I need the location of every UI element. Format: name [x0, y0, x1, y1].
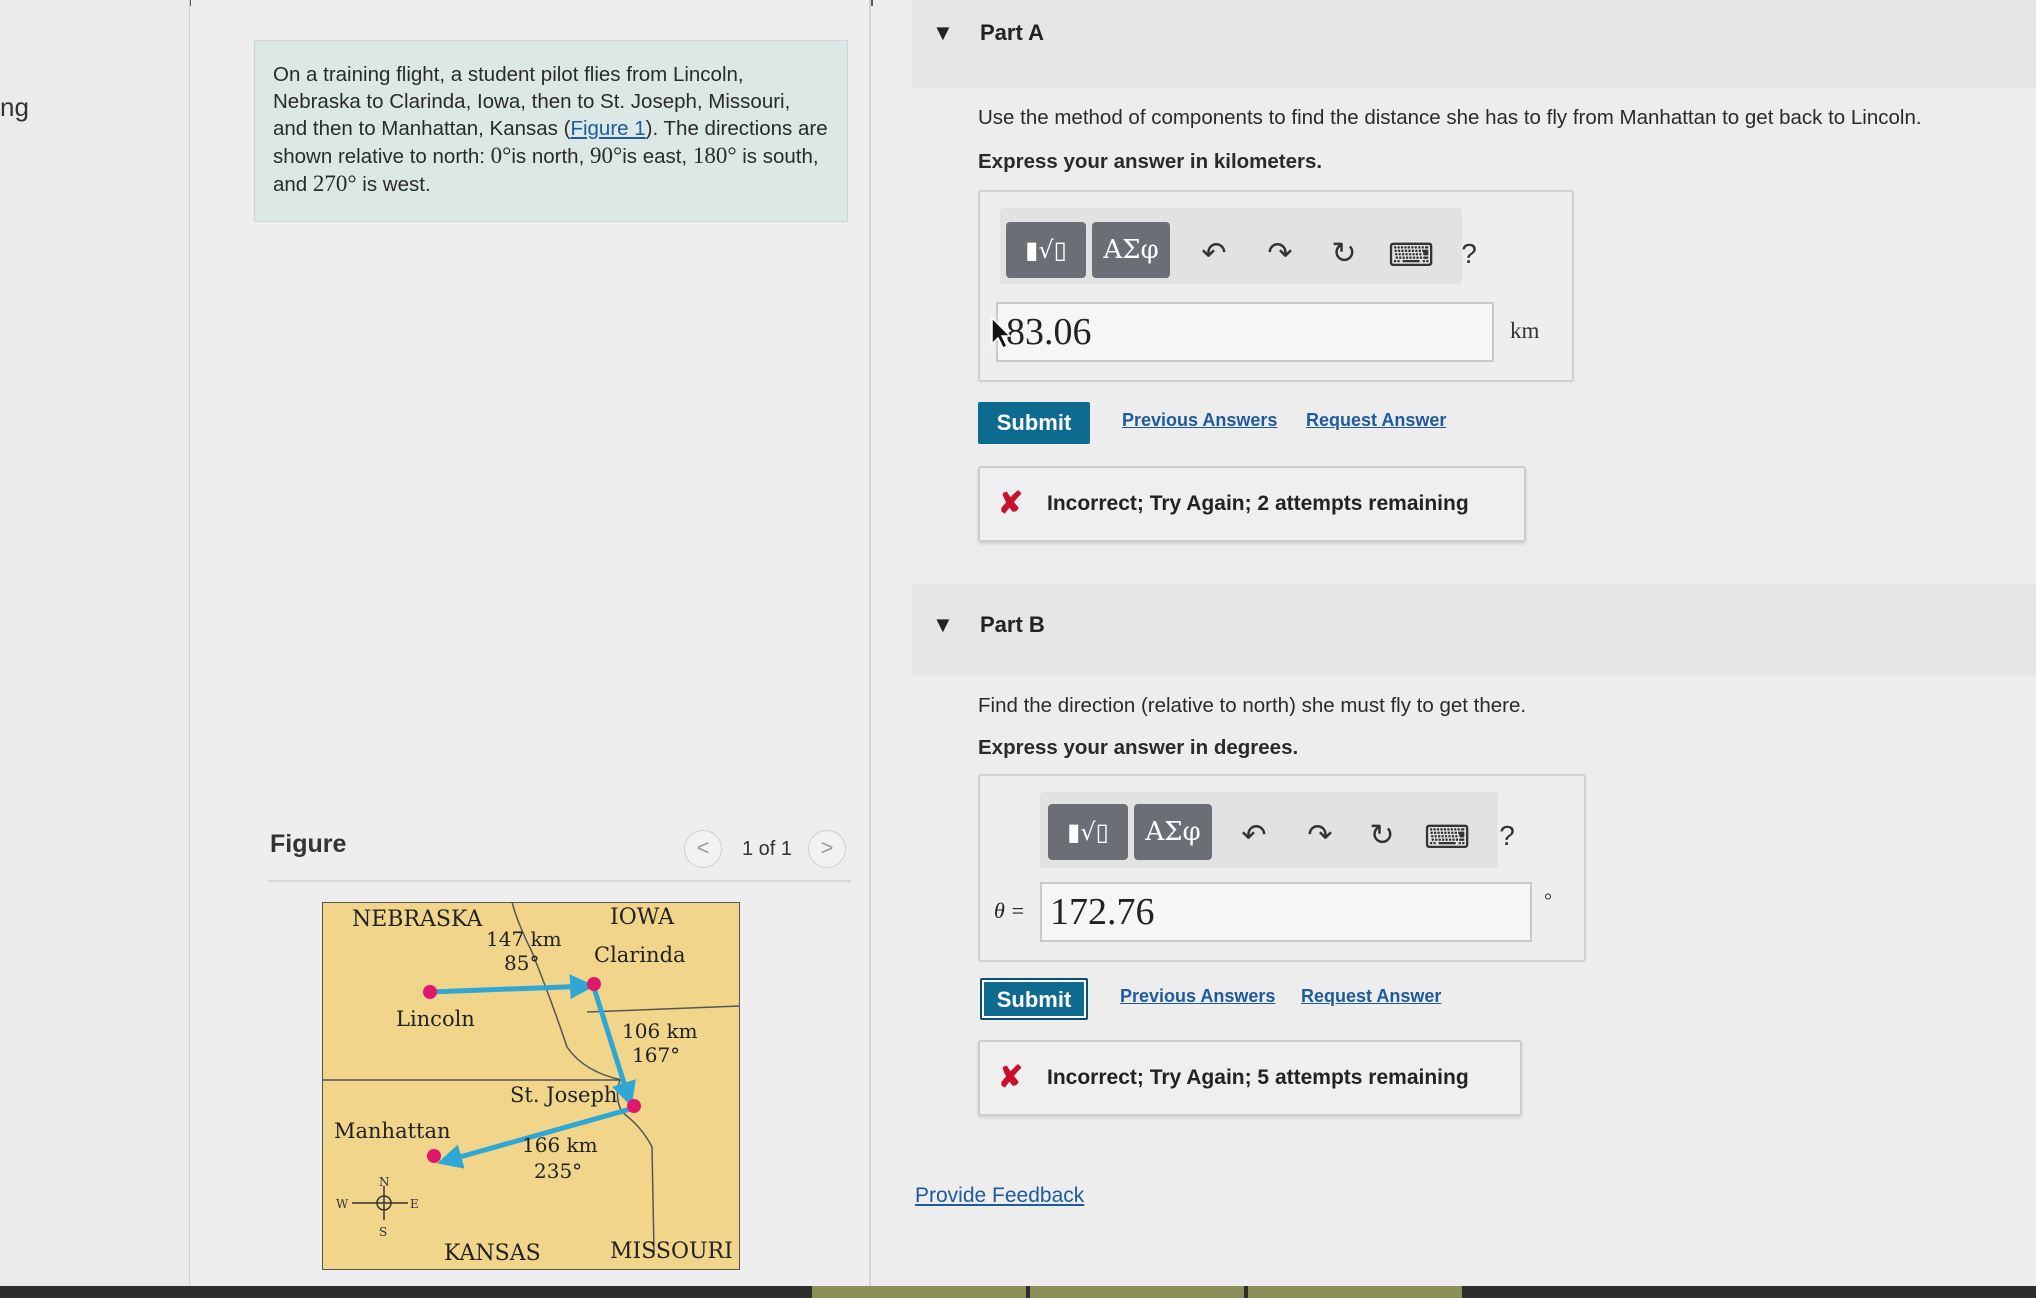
part-a-instruction: Express your answer in kilometers.	[978, 150, 1323, 173]
part-a-title: Part A	[980, 20, 1044, 45]
bottom-tab	[1030, 1286, 1244, 1298]
problem-statement: On a training flight, a student pilot fl…	[254, 40, 848, 222]
part-a-previous-answers-link[interactable]: Previous Answers	[1122, 410, 1277, 431]
part-a-redo-icon[interactable]: ↷	[1262, 236, 1298, 271]
theta-label: θ =	[994, 898, 1026, 923]
city-dot-manhattan	[427, 1149, 441, 1163]
leg-2-distance: 106 km	[622, 1019, 698, 1043]
incorrect-x-icon: ✘	[998, 487, 1024, 520]
part-b-previous-answers-link[interactable]: Previous Answers	[1120, 986, 1275, 1007]
leg-3-distance: 166 km	[522, 1133, 598, 1157]
city-dot-clarinda	[587, 977, 601, 991]
part-b-request-answer-link[interactable]: Request Answer	[1301, 986, 1441, 1007]
city-dot-lincoln	[423, 985, 437, 999]
compass-n: N	[379, 1175, 390, 1189]
compass-e: E	[410, 1197, 419, 1211]
leg-2-angle: 167°	[632, 1043, 680, 1067]
part-a-undo-icon[interactable]: ↶	[1196, 236, 1232, 271]
problem-text: is west.	[356, 173, 431, 196]
part-a-answer-input[interactable]: 83.06	[996, 302, 1494, 362]
label-lincoln: Lincoln	[396, 1007, 475, 1031]
collapse-triangle-icon[interactable]: ▼	[932, 20, 954, 46]
degree-value: 90°	[589, 143, 623, 168]
part-b-undo-icon[interactable]: ↶	[1236, 818, 1272, 853]
part-b-answer-input[interactable]: 172.76	[1040, 882, 1532, 942]
label-st-joseph: St. Joseph	[510, 1083, 617, 1107]
part-a-question: Use the method of components to find the…	[978, 106, 1922, 129]
part-a-reset-icon[interactable]: ↻	[1326, 236, 1362, 271]
label-missouri: MISSOURI	[610, 1239, 733, 1264]
part-b-feedback-text: Incorrect; Try Again; 5 attempts remaini…	[1047, 1066, 1469, 1089]
part-b-help-icon[interactable]: ?	[1492, 820, 1522, 852]
route-map: NEBRASKA IOWA KANSAS MISSOURI Lincoln Cl…	[322, 902, 740, 1270]
problem-text: is north,	[511, 145, 590, 168]
part-a-submit-button[interactable]: Submit	[978, 402, 1090, 444]
city-dot-st-joseph	[627, 1099, 641, 1113]
part-a-keyboard-icon[interactable]: ⌨	[1388, 236, 1434, 274]
part-b-reset-icon[interactable]: ↻	[1364, 818, 1400, 853]
bottom-tab	[812, 1286, 1026, 1298]
provide-feedback-link[interactable]: Provide Feedback	[915, 1184, 1084, 1208]
figure-link[interactable]: Figure 1	[570, 117, 645, 140]
part-b-symbols-button[interactable]: ΑΣφ	[1134, 804, 1212, 860]
part-b-title: Part B	[980, 612, 1045, 637]
figure-page-count: 1 of 1	[742, 838, 793, 860]
part-b-instruction: Express your answer in degrees.	[978, 736, 1299, 759]
part-b-templates-button[interactable]: ▮√▯	[1048, 804, 1128, 860]
compass-s: S	[379, 1225, 387, 1239]
part-b-unit: °	[1544, 890, 1552, 912]
bottom-tab	[1248, 1286, 1462, 1298]
part-b-redo-icon[interactable]: ↷	[1302, 818, 1338, 853]
part-a-symbols-button[interactable]: ΑΣφ	[1092, 222, 1170, 278]
incorrect-x-icon: ✘	[998, 1061, 1024, 1094]
figure-divider	[268, 880, 851, 882]
part-a-templates-button[interactable]: ▮√▯	[1006, 222, 1086, 278]
problem-text: is east,	[622, 145, 693, 168]
degree-value: 270°	[312, 171, 357, 196]
part-a-feedback-text: Incorrect; Try Again; 2 attempts remaini…	[1047, 492, 1469, 515]
part-b-header[interactable]	[912, 584, 2036, 676]
compass-w: W	[336, 1197, 349, 1211]
label-manhattan: Manhattan	[334, 1119, 451, 1143]
label-clarinda: Clarinda	[594, 943, 686, 967]
left-gutter	[0, 0, 190, 1298]
collapse-triangle-icon[interactable]: ▼	[932, 612, 954, 638]
degree-value: 0°	[490, 143, 512, 168]
part-a-header[interactable]	[912, 0, 2036, 88]
figure-next-button[interactable]: >	[808, 830, 846, 868]
figure-title: Figure	[270, 830, 347, 858]
label-nebraska: NEBRASKA	[352, 907, 484, 932]
part-a-unit: km	[1510, 318, 1540, 343]
label-iowa: IOWA	[610, 905, 675, 930]
part-b-keyboard-icon[interactable]: ⌨	[1424, 818, 1470, 856]
label-kansas: KANSAS	[444, 1241, 541, 1266]
part-a-request-answer-link[interactable]: Request Answer	[1306, 410, 1446, 431]
part-a-help-icon[interactable]: ?	[1454, 238, 1484, 270]
truncated-gutter-text: ng	[0, 92, 29, 122]
leg-1-angle: 85°	[504, 951, 539, 975]
part-b-submit-button[interactable]: Submit	[980, 978, 1088, 1020]
mouse-cursor-icon	[991, 316, 1012, 350]
figure-prev-button[interactable]: <	[684, 830, 722, 868]
part-b-question: Find the direction (relative to north) s…	[978, 694, 1527, 717]
leg-3-angle: 235°	[534, 1159, 582, 1183]
leg-1-distance: 147 km	[486, 927, 562, 951]
degree-value: 180°	[692, 143, 737, 168]
